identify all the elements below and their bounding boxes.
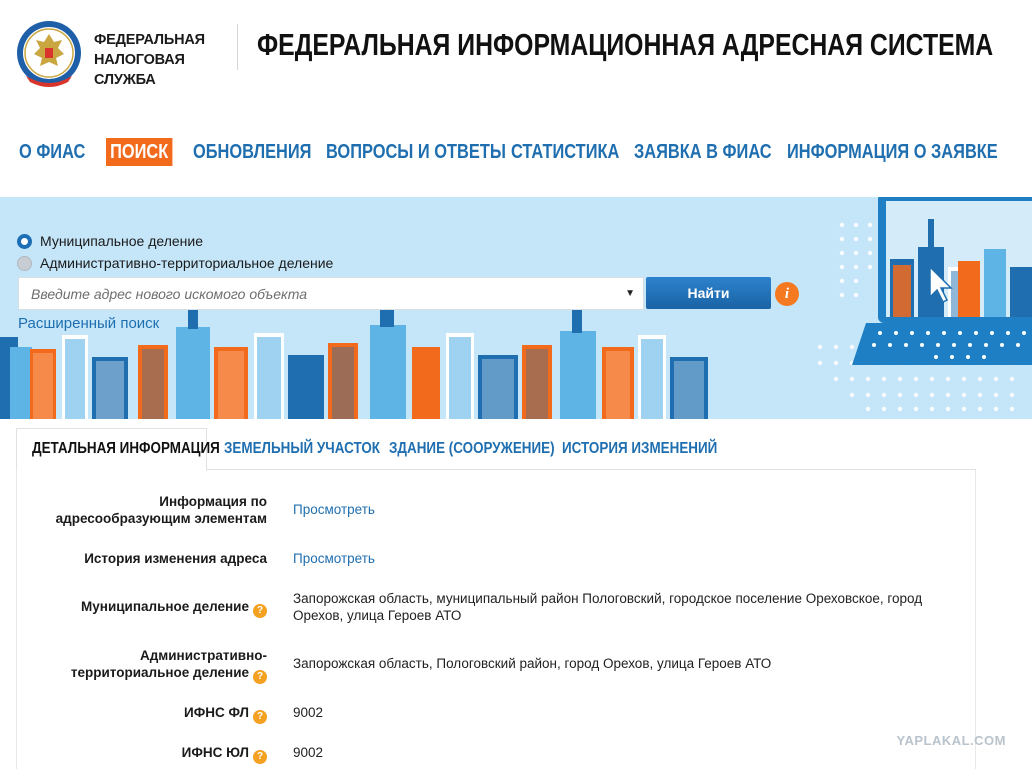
fns-emblem-icon[interactable]	[16, 20, 82, 90]
detail-info-panel: Информация по адресообразующим элементам…	[16, 470, 976, 769]
municipal-value: Запорожская область, муниципальный район…	[293, 591, 923, 623]
addr-elements-view-link[interactable]: Просмотреть	[293, 501, 973, 518]
main-nav: О ФИАС ПОИСК ОБНОВЛЕНИЯ ВОПРОСЫ И ОТВЕТЫ…	[0, 138, 1032, 168]
radio-municipal[interactable]: Муниципальное деление	[17, 233, 203, 249]
administrative-label: Административно- территориальное деление…	[71, 647, 267, 684]
nav-item-updates[interactable]: ОБНОВЛЕНИЯ	[193, 138, 311, 166]
radio-unselected-icon[interactable]	[17, 255, 32, 271]
header-divider	[237, 24, 238, 70]
radio-selected-icon[interactable]	[17, 233, 32, 249]
ifns-ul-label: ИФНС ЮЛ?	[182, 744, 267, 764]
tab-land-plot[interactable]: ЗЕМЕЛЬНЫЙ УЧАСТОК	[224, 428, 380, 470]
nav-item-request[interactable]: ЗАЯВКА В ФИАС	[634, 138, 772, 166]
fns-name-line1: ФЕДЕРАЛЬНАЯ	[94, 32, 205, 48]
history-label: История изменения адреса	[84, 551, 267, 566]
tab-building[interactable]: ЗДАНИЕ (СООРУЖЕНИЕ)	[389, 428, 555, 470]
ifns-fl-label-text: ИФНС ФЛ	[184, 705, 249, 720]
nav-item-search[interactable]: ПОИСК	[106, 138, 173, 166]
tab-detailed-info[interactable]: ДЕТАЛЬНАЯ ИНФОРМАЦИЯ	[32, 428, 220, 470]
history-view-link[interactable]: Просмотреть	[293, 550, 973, 567]
advanced-search-link[interactable]: Расширенный поиск	[18, 315, 159, 332]
nav-item-about[interactable]: О ФИАС	[19, 138, 85, 166]
addr-elements-label: Информация по адресообразующим элементам	[56, 493, 267, 527]
ifns-ul-label-text: ИФНС ЮЛ	[181, 745, 249, 760]
ifns-fl-label: ИФНС ФЛ?	[184, 704, 267, 724]
address-search-box: ▼	[18, 277, 644, 310]
radio-administrative[interactable]: Административно-территориальное деление	[17, 255, 333, 271]
dropdown-caret-icon[interactable]: ▼	[625, 288, 635, 299]
search-banner: Муниципальное деление Административно-те…	[0, 197, 1032, 419]
fns-name-line2: НАЛОГОВАЯ СЛУЖБА	[94, 52, 185, 88]
ifns-ul-value: 9002	[293, 745, 324, 760]
fns-name: ФЕДЕРАЛЬНАЯ НАЛОГОВАЯ СЛУЖБА	[94, 30, 234, 90]
addr-elements-label-line2: адресообразующим элементам	[55, 511, 267, 526]
help-icon[interactable]: ?	[253, 710, 267, 724]
nav-item-statistics[interactable]: СТАТИСТИКА	[511, 138, 619, 166]
administrative-label-line1: Административно-	[139, 648, 267, 663]
watermark: YAPLAKAL.COM	[896, 733, 1006, 748]
administrative-value: Запорожская область, Пологовский район, …	[293, 656, 772, 671]
help-icon[interactable]: ?	[253, 670, 267, 684]
info-icon[interactable]: i	[775, 282, 799, 306]
help-icon[interactable]: ?	[253, 750, 267, 764]
address-search-input[interactable]	[19, 278, 614, 309]
fias-search-page: ФЕДЕРАЛЬНАЯ НАЛОГОВАЯ СЛУЖБА ФЕДЕРАЛЬНАЯ…	[0, 0, 1032, 769]
addr-elements-label-line1: Информация по	[159, 494, 267, 509]
nav-item-faq[interactable]: ВОПРОСЫ И ОТВЕТЫ	[326, 138, 506, 166]
radio-administrative-label: Административно-территориальное деление	[40, 255, 334, 271]
radio-municipal-label: Муниципальное деление	[40, 233, 204, 249]
administrative-label-line2: территориальное деление	[70, 665, 249, 680]
nav-item-request-info[interactable]: ИНФОРМАЦИЯ О ЗАЯВКЕ	[787, 138, 998, 166]
find-button[interactable]: Найти	[646, 277, 771, 309]
ifns-fl-value: 9002	[293, 705, 324, 720]
help-icon[interactable]: ?	[253, 604, 267, 618]
detail-tabs: ДЕТАЛЬНАЯ ИНФОРМАЦИЯ ЗЕМЕЛЬНЫЙ УЧАСТОК З…	[16, 428, 976, 471]
tab-change-history[interactable]: ИСТОРИЯ ИЗМЕНЕНИЙ	[562, 428, 717, 470]
site-title: ФЕДЕРАЛЬНАЯ ИНФОРМАЦИОННАЯ АДРЕСНАЯ СИСТ…	[257, 27, 994, 62]
site-header: ФЕДЕРАЛЬНАЯ НАЛОГОВАЯ СЛУЖБА ФЕДЕРАЛЬНАЯ…	[0, 0, 1032, 105]
municipal-label: Муниципальное деление?	[81, 598, 267, 618]
municipal-label-text: Муниципальное деление	[81, 599, 249, 614]
